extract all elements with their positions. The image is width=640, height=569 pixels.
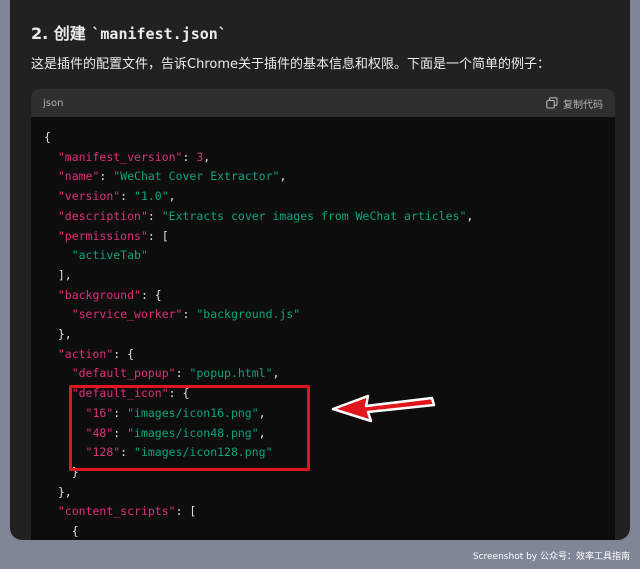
code-token: : [ <box>147 228 169 243</box>
code-token: "default_popup" <box>71 366 176 381</box>
code-line: "version": "1.0", <box>44 187 602 207</box>
code-line: ], <box>44 266 602 286</box>
section-heading: 2. 创建 `manifest.json` <box>31 20 227 44</box>
code-token: "background.js" <box>196 307 301 322</box>
chat-window: 2. 创建 `manifest.json` 这是插件的配置文件，告诉Chrome… <box>10 0 630 540</box>
code-token: : <box>182 149 197 164</box>
code-token: , <box>272 366 280 381</box>
code-token: : [ <box>175 504 197 519</box>
heading-prefix: 2. 创建 <box>31 24 92 43</box>
code-content: { "manifest_version": 3, "name": "WeChat… <box>31 117 615 540</box>
code-token: "version" <box>57 189 121 204</box>
code-line: "background": { <box>44 286 602 306</box>
code-line: "description": "Extracts cover images fr… <box>44 207 602 227</box>
code-block: json 复制代码 { "manifest_version": 3, "name… <box>31 89 615 540</box>
code-token: "name" <box>57 169 100 184</box>
code-token: , <box>168 189 176 204</box>
code-token: "activeTab" <box>71 248 148 263</box>
code-token: : { <box>140 287 162 302</box>
code-token: "background" <box>57 287 141 302</box>
code-line: "permissions": [ <box>44 227 602 247</box>
code-line: }, <box>44 483 602 503</box>
code-token: "manifest_version" <box>57 149 183 164</box>
code-line: }, <box>44 325 602 345</box>
code-line: "default_popup": "popup.html", <box>44 364 602 384</box>
code-line: "service_worker": "background.js" <box>44 305 602 325</box>
copy-icon <box>546 97 558 109</box>
code-line: "name": "WeChat Cover Extractor", <box>44 167 602 187</box>
code-token: , <box>466 208 474 223</box>
code-token: : { <box>113 346 135 361</box>
copy-code-button[interactable]: 复制代码 <box>546 96 603 111</box>
code-token: "permissions" <box>57 228 148 243</box>
code-token: { <box>44 524 79 539</box>
code-token: : <box>99 169 114 184</box>
code-line: "action": { <box>44 345 602 365</box>
code-block-header: json 复制代码 <box>31 89 615 117</box>
code-token: : <box>147 208 162 223</box>
code-token: , <box>279 169 287 184</box>
code-token: "WeChat Cover Extractor" <box>113 169 280 184</box>
code-token: ], <box>44 267 72 282</box>
code-token: "1.0" <box>134 189 169 204</box>
copy-code-label: 复制代码 <box>563 99 603 111</box>
code-token: , <box>203 149 211 164</box>
watermark: Screenshot by 公众号：效率工具指南 <box>472 552 630 562</box>
code-token: "service_worker" <box>71 307 183 322</box>
code-token: : <box>182 307 197 322</box>
code-token: }, <box>44 484 72 499</box>
code-token: { <box>44 130 51 144</box>
section-description: 这是插件的配置文件，告诉Chrome关于插件的基本信息和权限。下面是一个简单的例… <box>31 57 550 72</box>
highlight-box <box>69 385 310 471</box>
code-line: "manifest_version": 3, <box>44 148 602 168</box>
code-token: "content_scripts" <box>57 504 176 519</box>
red-arrow-annotation <box>331 394 436 423</box>
code-line: { <box>44 128 602 148</box>
code-line: "content_scripts": [ <box>44 502 602 522</box>
code-token: "Extracts cover images from WeChat artic… <box>161 208 467 223</box>
code-line: { <box>44 522 602 540</box>
code-token: "description" <box>57 208 148 223</box>
code-line: "activeTab" <box>44 246 602 266</box>
code-token: }, <box>44 327 72 342</box>
code-token: "popup.html" <box>189 366 273 381</box>
code-token: : <box>175 366 190 381</box>
code-token: "action" <box>57 346 114 361</box>
code-token: : <box>120 189 135 204</box>
heading-code: `manifest.json` <box>91 25 227 43</box>
code-language-label: json <box>43 97 64 109</box>
